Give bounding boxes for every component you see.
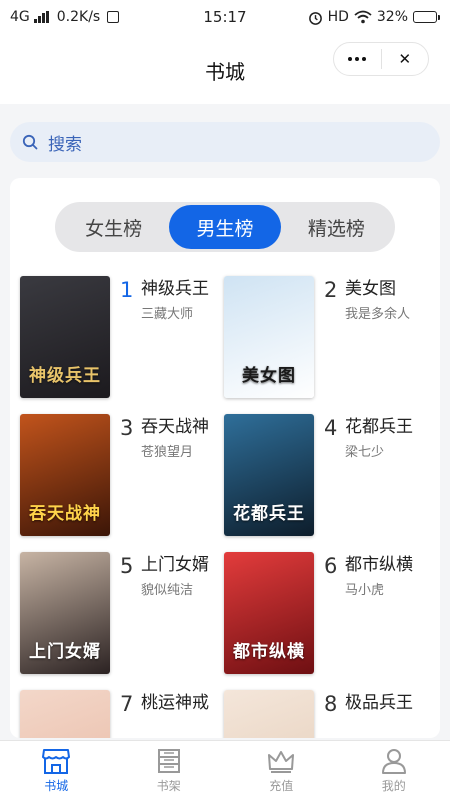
- book-title[interactable]: 极品兵王: [345, 692, 425, 714]
- book-title[interactable]: 都市纵横: [345, 554, 425, 576]
- book-cover-title: 吞天战神: [29, 504, 101, 524]
- nav-bar: 书城 ✕: [0, 34, 450, 104]
- book-rank: 4: [324, 416, 338, 440]
- alarm-icon: [308, 11, 322, 25]
- search-placeholder: 搜索: [48, 134, 82, 155]
- book-item[interactable]: 都市纵横 6 都市纵横 马小虎: [224, 552, 429, 677]
- more-dots-icon: [348, 57, 367, 61]
- signal-icon: [33, 11, 49, 23]
- book-cover[interactable]: [224, 690, 314, 738]
- bottom-tab-label: 书架: [156, 779, 181, 793]
- book-cover[interactable]: 美女图: [224, 276, 314, 398]
- book-author: 苍狼望月: [141, 445, 194, 460]
- book-item[interactable]: 美女图 2 美女图 我是多余人: [224, 276, 429, 401]
- wifi-icon: [354, 10, 372, 24]
- book-cover[interactable]: 吞天战神: [20, 414, 110, 536]
- book-author: 梁七少: [345, 445, 385, 460]
- book-item[interactable]: 8 极品兵王: [224, 690, 429, 738]
- bottom-tab-profile[interactable]: 我的: [338, 741, 450, 800]
- book-item[interactable]: 上门女婿 5 上门女婿 貌似纯洁: [20, 552, 225, 677]
- book-cover[interactable]: [20, 690, 110, 738]
- tab-male-ranking[interactable]: 男生榜: [169, 205, 281, 249]
- book-author: 三藏大师: [141, 307, 194, 322]
- book-item[interactable]: 花都兵王 4 花都兵王 梁七少: [224, 414, 429, 539]
- sim-icon: [107, 11, 120, 23]
- hd-indicator: HD: [327, 9, 349, 25]
- book-title[interactable]: 神级兵王: [141, 278, 221, 300]
- bottom-tab-label: 充值: [269, 779, 294, 793]
- search-icon: [22, 134, 38, 150]
- tab-featured-ranking[interactable]: 精选榜: [281, 205, 392, 249]
- book-cover[interactable]: 花都兵王: [224, 414, 314, 536]
- tab-female-ranking[interactable]: 女生榜: [58, 205, 169, 249]
- network-type: 4G: [10, 9, 30, 25]
- bottom-tab-bookshelf[interactable]: 书架: [113, 741, 226, 800]
- network-speed: 0.2K/s: [56, 9, 101, 25]
- book-rank: 8: [324, 692, 338, 716]
- book-cover-title: 上门女婿: [29, 642, 101, 662]
- book-author: 我是多余人: [345, 307, 411, 322]
- book-author: 马小虎: [345, 583, 385, 598]
- battery-percent: 32%: [376, 9, 408, 25]
- mini-program-capsule: ✕: [333, 42, 429, 76]
- battery-icon: [413, 11, 440, 23]
- bottom-tab-store[interactable]: 书城: [0, 741, 113, 800]
- book-title[interactable]: 花都兵王: [345, 416, 425, 438]
- book-title[interactable]: 上门女婿: [141, 554, 221, 576]
- book-item[interactable]: 7 桃运神戒: [20, 690, 225, 738]
- book-rank: 6: [324, 554, 338, 578]
- book-item[interactable]: 吞天战神 3 吞天战神 苍狼望月: [20, 414, 225, 539]
- book-cover-title: 美女图: [242, 366, 296, 386]
- bottom-tab-bar: 书城 书架 充值 我的: [0, 740, 450, 800]
- close-icon: ✕: [398, 50, 412, 68]
- bottom-tab-recharge[interactable]: 充值: [225, 741, 338, 800]
- profile-icon: [381, 749, 406, 774]
- book-item[interactable]: 神级兵王 1 神级兵王 三藏大师: [20, 276, 225, 401]
- book-title[interactable]: 吞天战神: [141, 416, 221, 438]
- close-button[interactable]: ✕: [382, 43, 429, 75]
- bookshelf-icon: [157, 749, 180, 773]
- book-rank: 2: [324, 278, 338, 302]
- ranking-tabs: 女生榜 男生榜 精选榜: [55, 202, 395, 252]
- status-bar: 4G 0.2K/s 15:17 HD 32%: [0, 0, 450, 34]
- bottom-tab-label: 我的: [381, 779, 406, 793]
- book-cover-title: 神级兵王: [29, 366, 101, 386]
- book-title[interactable]: 桃运神戒: [141, 692, 221, 714]
- book-cover-title: 都市纵横: [233, 642, 305, 662]
- book-cover[interactable]: 神级兵王: [20, 276, 110, 398]
- book-rank: 1: [120, 278, 134, 302]
- crown-icon: [268, 751, 295, 773]
- book-cover-title: 花都兵王: [233, 504, 305, 524]
- book-title[interactable]: 美女图: [345, 278, 425, 300]
- more-button[interactable]: [334, 43, 381, 75]
- book-author: 貌似纯洁: [141, 583, 194, 598]
- book-cover[interactable]: 上门女婿: [20, 552, 110, 674]
- ranking-card: 女生榜 男生榜 精选榜 神级兵王 1 神级兵王 三藏大师 美女图 2 美女图 我是多余人 吞天战…: [10, 178, 440, 738]
- store-icon: [42, 749, 71, 774]
- search-input[interactable]: 搜索: [10, 122, 440, 162]
- book-rank: 3: [120, 416, 134, 440]
- book-rank: 7: [120, 692, 134, 716]
- book-cover[interactable]: 都市纵横: [224, 552, 314, 674]
- bottom-tab-label: 书城: [44, 779, 69, 793]
- book-rank: 5: [120, 554, 134, 578]
